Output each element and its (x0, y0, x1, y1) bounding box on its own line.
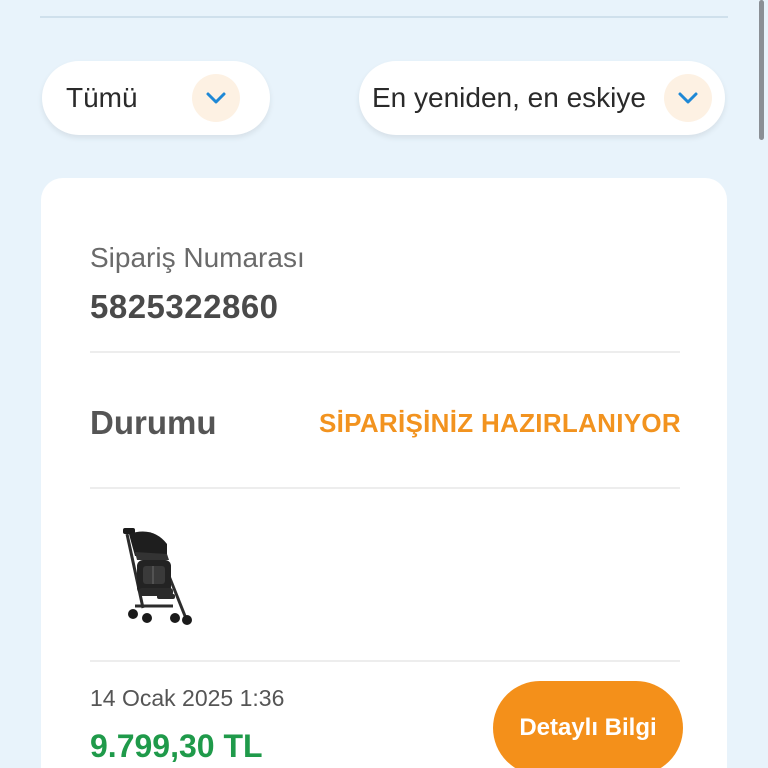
order-price: 9.799,30 TL (90, 728, 263, 764)
order-card: Sipariş Numarası 5825322860 Durumu SİPAR… (41, 178, 727, 768)
order-date: 14 Ocak 2025 1:36 (90, 685, 285, 711)
sort-dropdown[interactable]: En yeniden, en eskiye (359, 61, 725, 135)
divider (90, 487, 680, 489)
chevron-down-icon[interactable] (192, 74, 240, 122)
orders-page: Tümü En yeniden, en eskiye Sipariş Numar… (0, 0, 768, 768)
top-divider (40, 16, 728, 18)
sort-label: En yeniden, en eskiye (372, 82, 646, 113)
divider (90, 660, 680, 662)
status-filter-dropdown[interactable]: Tümü (42, 61, 270, 135)
divider (90, 351, 680, 353)
chevron-down-icon[interactable] (664, 74, 712, 122)
detail-button[interactable]: Detaylı Bilgi (493, 681, 683, 768)
product-image[interactable] (113, 522, 195, 626)
stroller-image (123, 528, 192, 625)
status-value: SİPARİŞİNİZ HAZIRLANIYOR (318, 408, 681, 438)
order-number-label: Sipariş Numarası (90, 242, 305, 273)
status-label: Durumu (90, 404, 217, 441)
status-filter-label: Tümü (66, 82, 138, 113)
order-number: 5825322860 (90, 288, 279, 325)
scrollbar[interactable] (759, 0, 764, 140)
